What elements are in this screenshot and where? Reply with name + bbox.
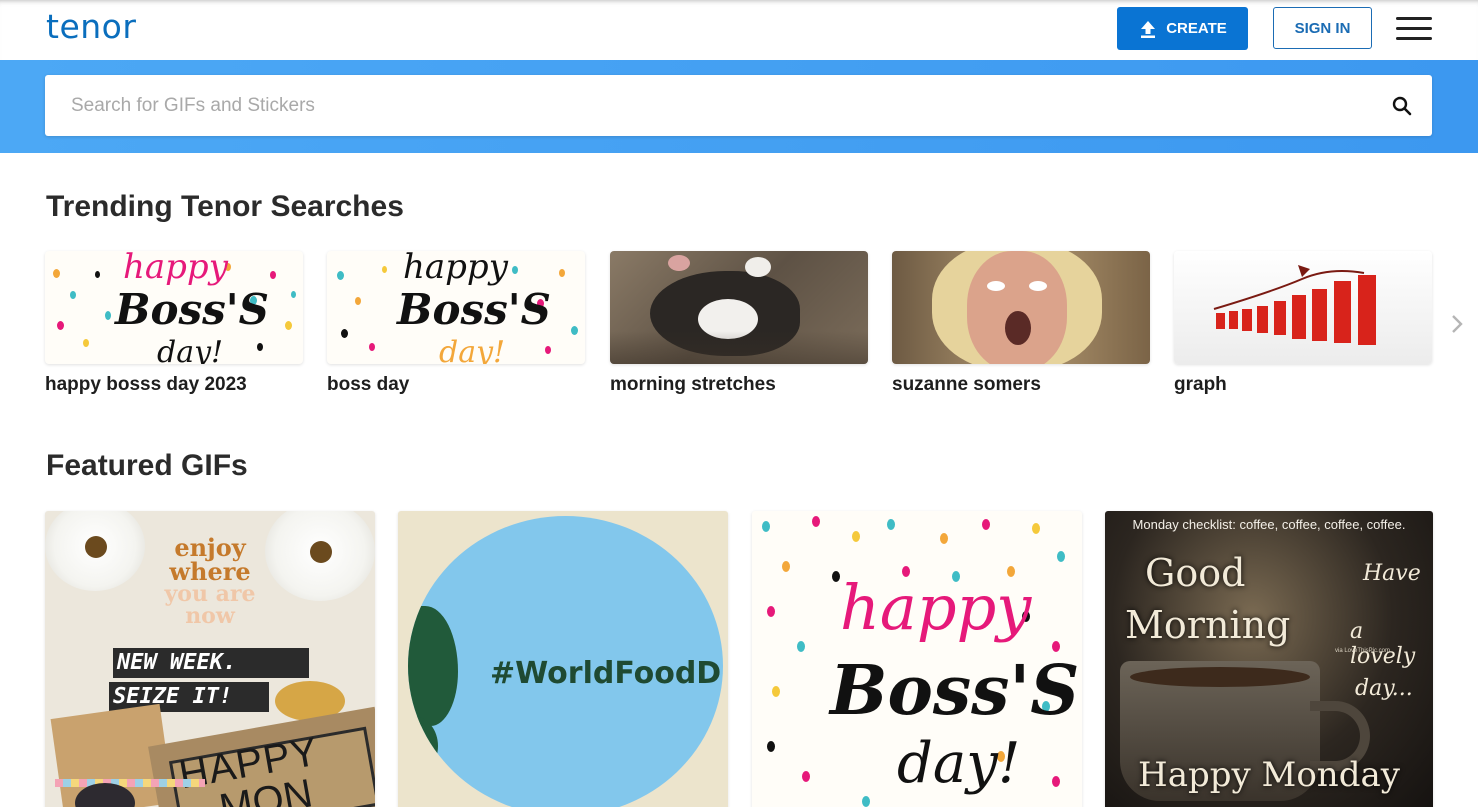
hamburger-menu-icon[interactable] xyxy=(1396,17,1432,40)
featured-title: Featured GIFs xyxy=(46,449,248,482)
gif-watermark: via LoveThisPic.com xyxy=(1335,648,1391,654)
trending-title: Trending Tenor Searches xyxy=(46,190,404,223)
bead-strip xyxy=(55,779,205,787)
search-box xyxy=(45,75,1432,136)
gif-text-now: now xyxy=(185,603,235,629)
gif-text-boss: Boss'S xyxy=(830,651,1080,731)
gif-text-morning: Morning xyxy=(1125,603,1291,647)
trending-thumbnail xyxy=(892,251,1150,364)
gif-text-happy: happy xyxy=(840,571,1032,644)
gif-text-new-week: NEW WEEK. xyxy=(113,648,309,678)
featured-gif[interactable]: #WorldFoodD xyxy=(398,511,728,807)
thumb-happy-text: happy xyxy=(123,251,228,287)
trending-thumbnail: happy Boss'S day! xyxy=(45,251,303,364)
trending-item[interactable]: morning stretches xyxy=(610,251,868,396)
trending-item[interactable]: happy Boss'S day! happy bosss day 2023 xyxy=(45,251,303,396)
cardboard-sign: HAPPY MON xyxy=(148,706,375,807)
sign-in-button[interactable]: SIGN IN xyxy=(1273,7,1372,49)
trending-item-label: morning stretches xyxy=(610,374,776,395)
gif-text-a-lovely: a lovely xyxy=(1350,619,1416,669)
tenor-logo[interactable]: tenor xyxy=(46,7,136,46)
gif-text-have: Have xyxy=(1363,561,1421,586)
gif-text-world-food: #WorldFoodD xyxy=(490,656,722,691)
trending-item[interactable]: suzanne somers xyxy=(892,251,1150,396)
create-button-label: CREATE xyxy=(1166,20,1227,37)
bar-graph-image xyxy=(1213,265,1376,345)
search-icon[interactable] xyxy=(1392,96,1412,116)
trending-item-label: happy bosss day 2023 xyxy=(45,374,247,395)
gif-text-checklist: Monday checklist: coffee, coffee, coffee… xyxy=(1132,517,1406,532)
trending-item[interactable]: happy Boss'S day! boss day xyxy=(327,251,585,396)
trending-thumbnail: happy Boss'S day! xyxy=(327,251,585,364)
upload-icon xyxy=(1141,20,1156,38)
thumb-boss-text: Boss'S xyxy=(397,285,551,334)
featured-gif[interactable]: enjoy where you are now NEW WEEK. SEIZE … xyxy=(45,511,375,807)
featured-gif[interactable]: Monday checklist: coffee, coffee, coffee… xyxy=(1105,511,1433,807)
chevron-right-icon[interactable] xyxy=(1449,313,1465,335)
gif-text-day: day! xyxy=(897,731,1021,796)
thumb-day-text: day! xyxy=(439,335,506,364)
search-band xyxy=(0,60,1478,153)
trending-item-label: suzanne somers xyxy=(892,374,1041,395)
thumb-day-text: day! xyxy=(157,335,224,364)
trending-item[interactable]: graph xyxy=(1174,251,1432,396)
search-input[interactable] xyxy=(45,75,1375,136)
top-header: tenor CREATE SIGN IN xyxy=(0,0,1478,60)
create-button[interactable]: CREATE xyxy=(1117,7,1248,50)
gif-text-happy-monday: Happy Monday xyxy=(1138,755,1400,795)
thumb-boss-text: Boss'S xyxy=(115,285,269,334)
thumb-happy-text: happy xyxy=(403,251,508,287)
gif-text-good: Good xyxy=(1145,551,1246,595)
trending-item-label: graph xyxy=(1174,374,1227,395)
featured-gif[interactable]: happy Boss'S day! xyxy=(752,511,1082,807)
gif-text-day: day... xyxy=(1355,676,1413,701)
trending-thumbnail xyxy=(1174,251,1432,364)
trending-item-label: boss day xyxy=(327,374,410,395)
trending-thumbnail xyxy=(610,251,868,364)
